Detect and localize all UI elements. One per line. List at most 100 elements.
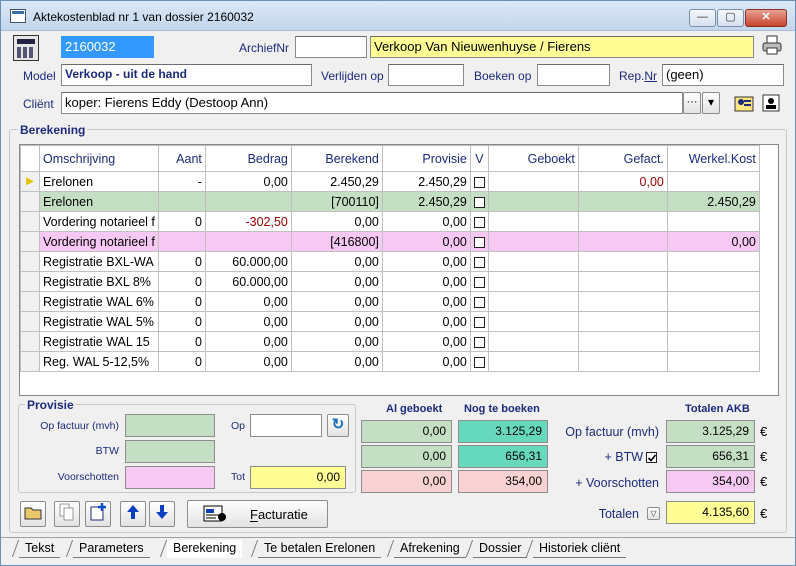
v-checkbox[interactable]	[473, 256, 485, 268]
cell-provisie[interactable]: 0,00	[381, 271, 471, 292]
cell-bedrag[interactable]: 0,00	[204, 331, 292, 352]
tab-afrekening[interactable]: Afrekening	[394, 540, 466, 558]
cell-v[interactable]	[469, 231, 489, 252]
cell-bedrag[interactable]: 0,00	[204, 171, 292, 192]
cell-gefact[interactable]: 0,00	[577, 171, 668, 192]
tab-historiek-client[interactable]: Historiek cliënt	[533, 540, 627, 558]
cell-gefact[interactable]	[577, 211, 668, 232]
provisie-op-field[interactable]	[250, 414, 322, 437]
cell-v[interactable]	[469, 331, 489, 352]
cell-aant[interactable]: 0	[157, 211, 206, 232]
cell-v[interactable]	[469, 271, 489, 292]
cell-aant[interactable]: 0	[157, 331, 206, 352]
cell-bedrag[interactable]: 0,00	[204, 291, 292, 312]
cell-omschrijving[interactable]: Registratie WAL 6%	[39, 291, 159, 312]
copy-button[interactable]	[54, 501, 80, 527]
cell-omschrijving[interactable]: Registratie WAL 5%	[39, 311, 159, 332]
row-indicator[interactable]	[20, 311, 40, 332]
row-indicator[interactable]	[20, 251, 40, 272]
col-gefact[interactable]: Gefact.	[577, 145, 668, 172]
cell-v[interactable]	[469, 211, 489, 232]
table-row[interactable]: Vordering notarieel f [416800] 0,00 0,00	[20, 231, 760, 252]
cell-geboekt[interactable]	[487, 351, 579, 372]
v-checkbox[interactable]	[473, 336, 485, 348]
cell-omschrijving[interactable]: Registratie WAL 15	[39, 331, 159, 352]
tab-parameters[interactable]: Parameters	[73, 540, 150, 558]
row-indicator[interactable]	[20, 211, 40, 232]
cell-geboekt[interactable]	[487, 251, 579, 272]
col-aant[interactable]: Aant	[157, 145, 206, 172]
archiefnr-field[interactable]	[295, 36, 367, 58]
cell-v[interactable]	[469, 251, 489, 272]
cell-berekend[interactable]: 0,00	[290, 211, 383, 232]
cell-gefact[interactable]	[577, 251, 668, 272]
cell-werkel-kost[interactable]	[666, 291, 760, 312]
cell-aant[interactable]: 0	[157, 291, 206, 312]
v-checkbox[interactable]	[473, 196, 485, 208]
cell-provisie[interactable]: 0,00	[381, 291, 471, 312]
cell-berekend[interactable]: 0,00	[290, 291, 383, 312]
tab-tekst[interactable]: Tekst	[19, 540, 61, 558]
cell-provisie[interactable]: 0,00	[381, 251, 471, 272]
cell-werkel-kost[interactable]: 2.450,29	[666, 191, 760, 212]
cell-bedrag[interactable]: 60.000,00	[204, 251, 292, 272]
v-checkbox[interactable]	[473, 316, 485, 328]
cell-bedrag[interactable]: -302,50	[204, 211, 292, 232]
cell-gefact[interactable]	[577, 291, 668, 312]
cell-werkel-kost[interactable]	[666, 331, 760, 352]
maximize-button[interactable]: ▢	[717, 9, 744, 27]
row-indicator[interactable]	[20, 331, 40, 352]
provisie-op-factuur-field[interactable]	[125, 414, 215, 437]
tab-berekening[interactable]: Berekening	[167, 540, 243, 558]
cell-provisie[interactable]: 0,00	[381, 331, 471, 352]
cell-werkel-kost[interactable]	[666, 311, 760, 332]
cell-geboekt[interactable]	[487, 271, 579, 292]
cell-gefact[interactable]	[577, 351, 668, 372]
cell-gefact[interactable]	[577, 271, 668, 292]
cell-berekend[interactable]: 0,00	[290, 351, 383, 372]
table-row[interactable]: Registratie WAL 5% 0 0,00 0,00 0,00	[20, 311, 760, 332]
table-row[interactable]: Erelonen [700110] 2.450,29 2.450,29	[20, 191, 760, 212]
cell-provisie[interactable]: 2.450,29	[381, 191, 471, 212]
client-edit-button[interactable]	[732, 92, 756, 116]
cell-berekend[interactable]: 2.450,29	[290, 171, 383, 192]
row-indicator[interactable]	[20, 351, 40, 372]
cell-werkel-kost[interactable]	[666, 211, 760, 232]
col-omschrijving[interactable]: Omschrijving	[39, 145, 159, 172]
cell-bedrag[interactable]: 0,00	[204, 351, 292, 372]
cell-omschrijving[interactable]: Erelonen	[39, 191, 159, 212]
tab-dossier[interactable]: Dossier	[473, 540, 528, 558]
akb-btw-checkbox[interactable]	[646, 452, 657, 463]
verlijden-field[interactable]	[388, 64, 464, 86]
cell-v[interactable]	[469, 291, 489, 312]
provisie-tot-field[interactable]: 0,00	[250, 466, 346, 489]
boeken-field[interactable]	[537, 64, 610, 86]
cell-geboekt[interactable]	[487, 171, 579, 192]
cell-berekend[interactable]: 0,00	[290, 251, 383, 272]
cell-bedrag[interactable]: 60.000,00	[204, 271, 292, 292]
col-berekend[interactable]: Berekend	[290, 145, 383, 172]
provisie-voorschotten-field[interactable]	[125, 466, 215, 489]
move-down-button[interactable]	[149, 501, 175, 527]
close-button[interactable]: ✕	[745, 9, 787, 27]
repnr-field[interactable]: (geen)	[662, 64, 784, 86]
cell-bedrag[interactable]: 0,00	[204, 311, 292, 332]
v-checkbox[interactable]	[473, 296, 485, 308]
refresh-button[interactable]: ↻	[327, 414, 349, 437]
cell-omschrijving[interactable]: Vordering notarieel f	[39, 211, 159, 232]
cell-bedrag[interactable]	[204, 231, 292, 252]
provisie-btw-field[interactable]	[125, 440, 215, 463]
minimize-button[interactable]: —	[689, 9, 716, 27]
cell-aant[interactable]	[157, 191, 206, 212]
row-indicator[interactable]	[20, 271, 40, 292]
cell-geboekt[interactable]	[487, 191, 579, 212]
table-row[interactable]: Registratie WAL 15 0 0,00 0,00 0,00	[20, 331, 760, 352]
cell-omschrijving[interactable]: Reg. WAL 5-12,5%	[39, 351, 159, 372]
cell-aant[interactable]: 0	[157, 251, 206, 272]
cell-aant[interactable]: 0	[157, 311, 206, 332]
row-indicator[interactable]	[20, 191, 40, 212]
cell-gefact[interactable]	[577, 231, 668, 252]
cell-geboekt[interactable]	[487, 291, 579, 312]
berekening-grid[interactable]: Omschrijving Aant Bedrag Berekend Provis…	[19, 144, 779, 396]
cell-geboekt[interactable]	[487, 311, 579, 332]
